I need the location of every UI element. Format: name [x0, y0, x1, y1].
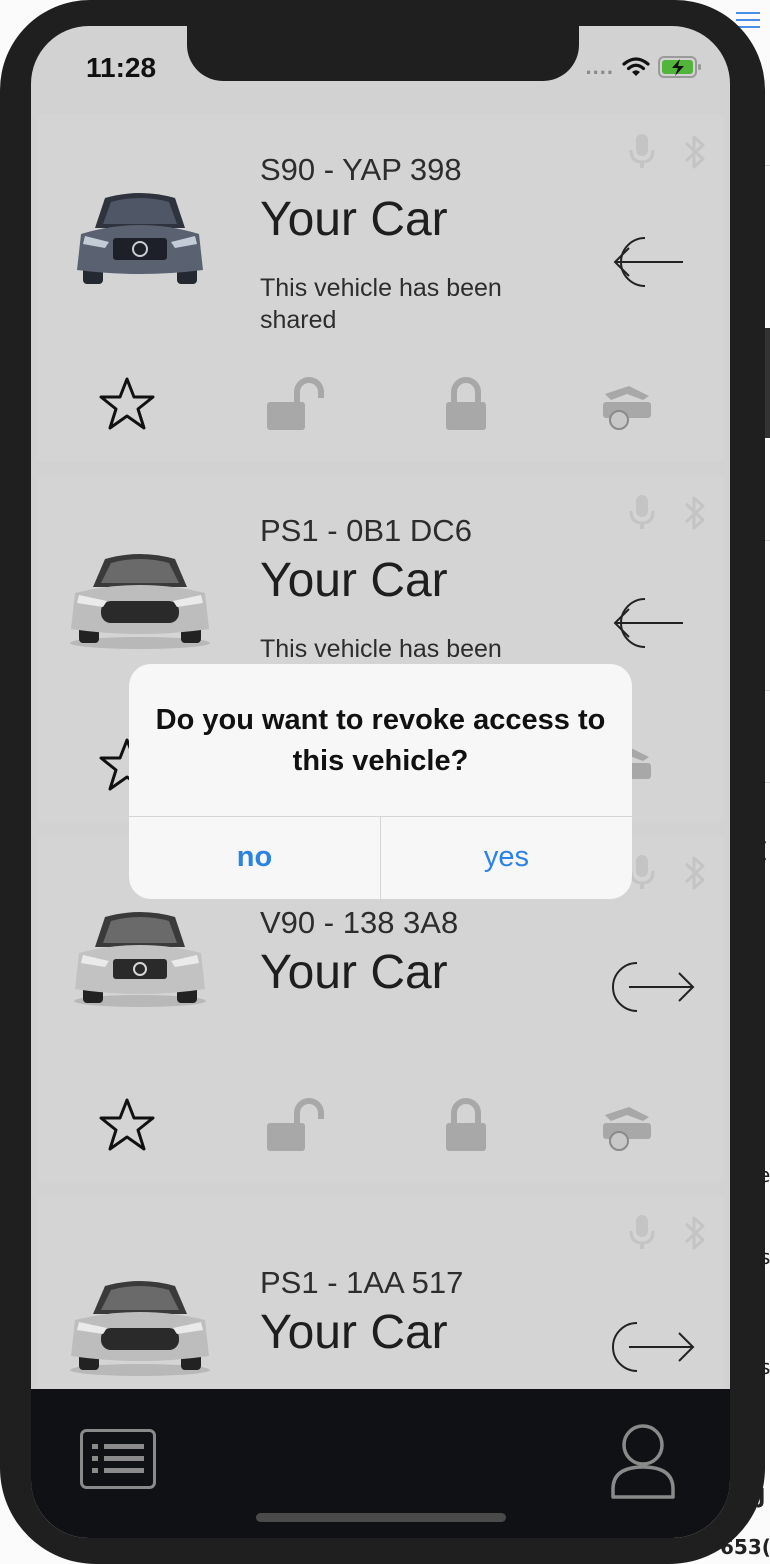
- vehicle-status: This vehicle has been shared: [260, 274, 502, 334]
- favorite-star-icon[interactable]: [97, 1097, 157, 1153]
- yes-button[interactable]: yes: [381, 816, 632, 899]
- phone-frame: 11:28 .... S90 - YAP 398 Your Car This v…: [0, 0, 765, 1564]
- revoke-arrow-left-icon[interactable]: [607, 232, 687, 292]
- status-icons: ....: [586, 54, 702, 80]
- vehicle-plate: V90 - 138 3A8: [260, 905, 459, 940]
- bluetooth-icon: [684, 1216, 705, 1250]
- vehicle-plate: PS1 - 1AA 517: [260, 1265, 464, 1300]
- vehicle-plate: PS1 - 0B1 DC6: [260, 513, 472, 548]
- favorite-star-icon[interactable]: [97, 376, 157, 432]
- car-image: [74, 912, 206, 1007]
- battery-charging-icon: [658, 56, 701, 78]
- vehicle-name: Your Car: [260, 554, 448, 607]
- unlock-icon[interactable]: [265, 1097, 325, 1153]
- share-arrow-right-icon[interactable]: [607, 957, 697, 1017]
- vehicle-name: Your Car: [260, 946, 448, 999]
- wifi-icon: [622, 57, 650, 76]
- vehicle-name: Your Car: [260, 193, 448, 246]
- list-icon[interactable]: [80, 1429, 156, 1489]
- car-image: [77, 193, 203, 284]
- phone-screen: 11:28 .... S90 - YAP 398 Your Car This v…: [31, 26, 730, 1538]
- status-time: 11:28: [86, 52, 157, 83]
- vehicle-status: This vehicle has been: [260, 635, 502, 663]
- bluetooth-icon: [684, 135, 705, 169]
- microphone-icon: [629, 134, 655, 168]
- car-image: [70, 1281, 210, 1376]
- microphone-icon: [629, 495, 655, 529]
- bluetooth-icon: [684, 496, 705, 530]
- vehicle-plate: S90 - YAP 398: [260, 152, 462, 187]
- home-indicator: [256, 1513, 506, 1522]
- revoke-arrow-left-icon[interactable]: [607, 593, 687, 653]
- cellular-signal-icon: ....: [585, 54, 614, 79]
- revoke-access-dialog: Do you want to revoke access to this veh…: [129, 664, 632, 899]
- trunk-icon[interactable]: [599, 1097, 655, 1153]
- microphone-icon: [629, 1215, 655, 1249]
- unlock-icon[interactable]: [265, 376, 325, 432]
- vehicle-card[interactable]: S90 - YAP 398 Your Car This vehicle has …: [37, 114, 724, 462]
- trunk-icon[interactable]: [599, 376, 655, 432]
- lock-icon[interactable]: [443, 1097, 489, 1153]
- no-button[interactable]: no: [129, 816, 380, 899]
- lock-icon[interactable]: [443, 376, 489, 432]
- dialog-message: Do you want to revoke access to this veh…: [155, 704, 606, 777]
- car-image: [70, 554, 210, 649]
- share-arrow-right-icon[interactable]: [607, 1317, 697, 1377]
- vehicle-name: Your Car: [260, 1306, 448, 1359]
- bluetooth-icon: [684, 856, 705, 890]
- notch: [187, 26, 579, 81]
- profile-icon[interactable]: [609, 1423, 677, 1501]
